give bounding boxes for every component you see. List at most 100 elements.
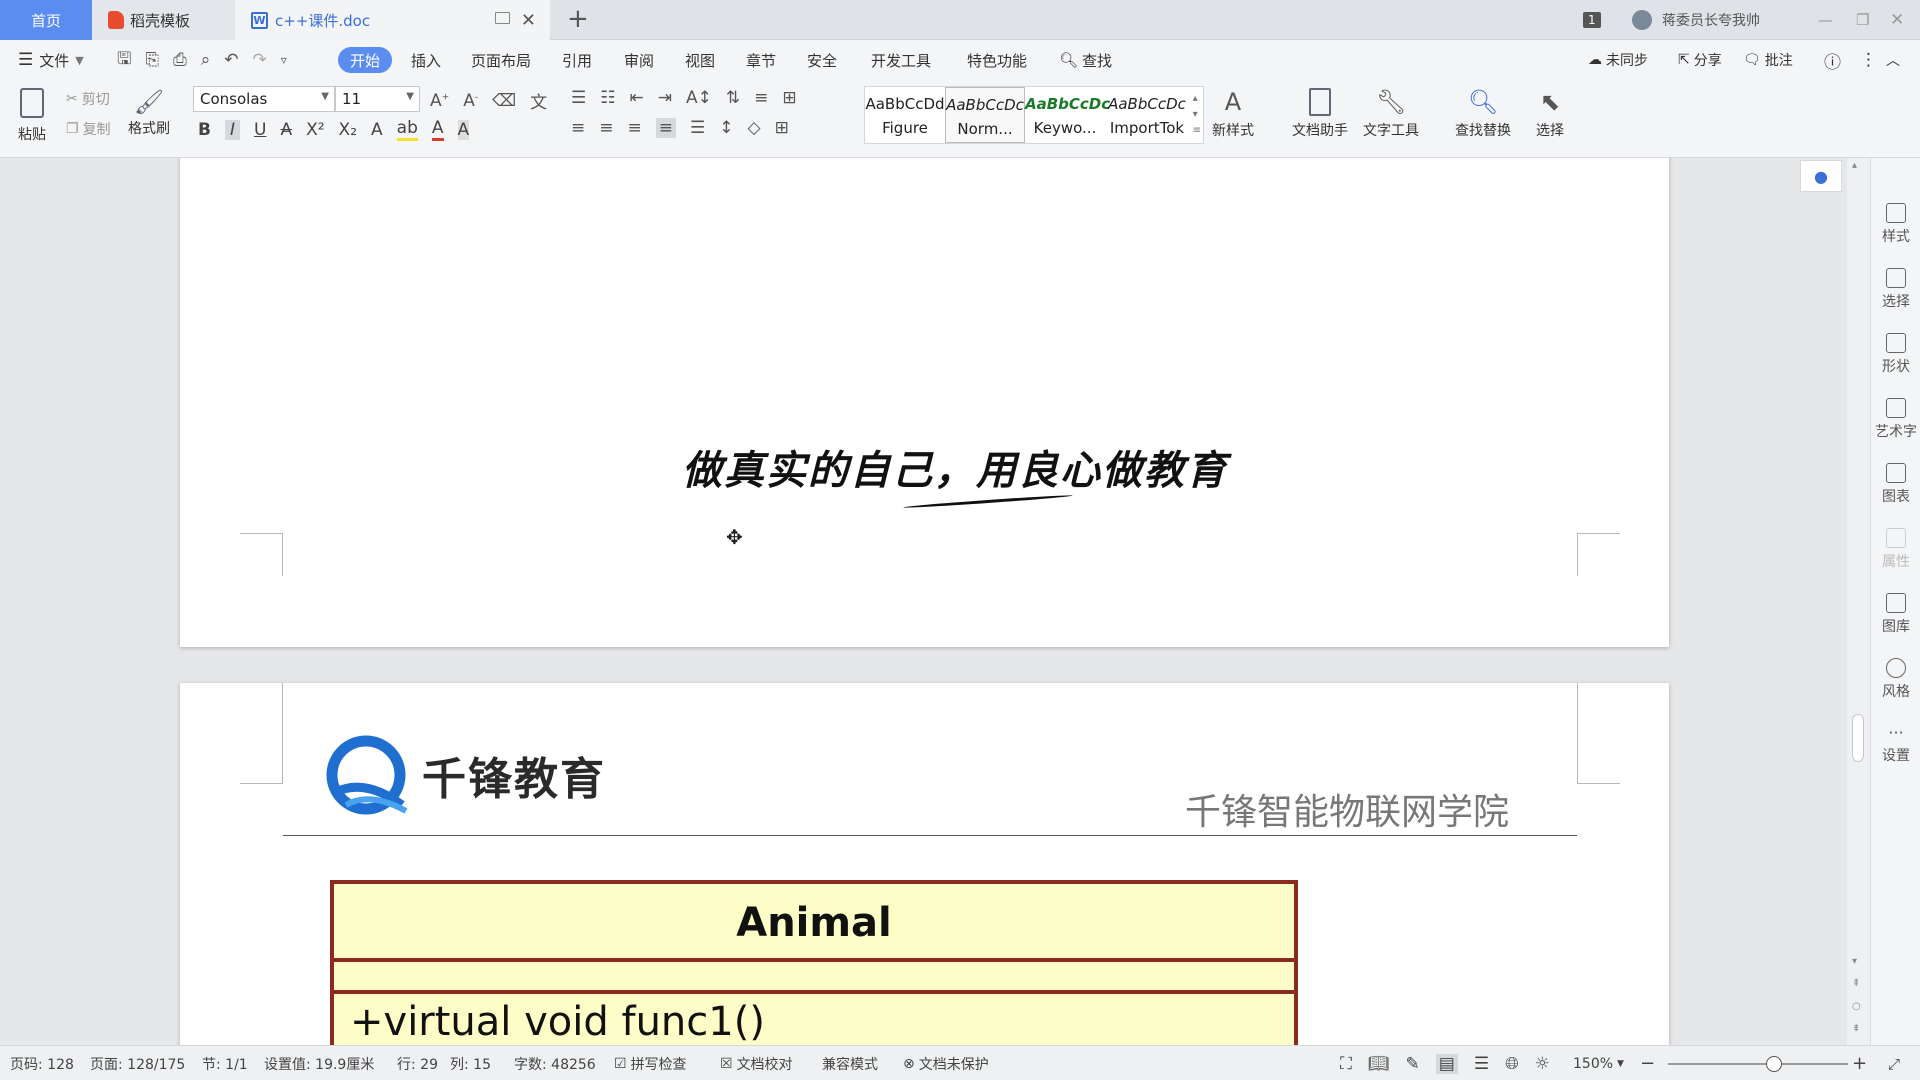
numbered-list-icon[interactable]: ☷ bbox=[600, 88, 615, 108]
shading-icon[interactable]: ◇ bbox=[748, 118, 761, 138]
edit-mode-icon[interactable]: ✎ bbox=[1406, 1054, 1420, 1074]
decrease-indent-icon[interactable]: ⇤ bbox=[630, 88, 644, 108]
find-replace-button[interactable]: 🔍︎ 查找替换 bbox=[1455, 88, 1511, 140]
tab-special[interactable]: 特色功能 bbox=[967, 40, 1027, 80]
status-page-code[interactable]: 页码: 128 bbox=[10, 1046, 74, 1080]
outline-view-icon[interactable]: ☰ bbox=[1474, 1054, 1489, 1074]
sort-icon[interactable]: ⇅ bbox=[726, 88, 740, 108]
select-button[interactable]: ⬉ 选择 bbox=[1536, 88, 1564, 140]
distribute-icon[interactable]: ☰ bbox=[690, 118, 705, 138]
location-pin-icon[interactable]: ● bbox=[1800, 160, 1842, 192]
highlight-icon[interactable]: ab bbox=[396, 118, 418, 141]
paste-button[interactable]: 粘贴 bbox=[18, 88, 46, 144]
eraser-icon[interactable]: ⌫ bbox=[492, 91, 516, 111]
subscript-icon[interactable]: X₂ bbox=[339, 120, 357, 140]
chinese-layout-icon[interactable]: A↕ bbox=[686, 88, 712, 108]
side-style[interactable]: 样式 bbox=[1871, 203, 1920, 246]
doc-assistant-button[interactable]: 文档助手 bbox=[1292, 88, 1348, 140]
borders-icon[interactable]: ⊞ bbox=[775, 118, 789, 138]
status-words[interactable]: 字数: 48256 bbox=[514, 1046, 596, 1080]
bold-icon[interactable]: B bbox=[198, 120, 211, 140]
side-theme[interactable]: 风格 bbox=[1871, 658, 1920, 701]
scroll-up-icon[interactable]: ▴ bbox=[1852, 160, 1857, 171]
zoom-slider-thumb[interactable] bbox=[1766, 1056, 1782, 1072]
tab-start[interactable]: 开始 bbox=[338, 47, 393, 73]
align-left-icon[interactable]: ≡ bbox=[571, 118, 585, 138]
redo-icon[interactable]: ↷ bbox=[252, 50, 266, 70]
char-shading-icon[interactable]: A bbox=[457, 119, 470, 140]
document-workspace[interactable]: 做真实的自己，用良心做教育 ✥ 千锋教育 千锋智能物联网学院 Animal +v… bbox=[0, 158, 1870, 1045]
zoom-level[interactable]: 150% ▼ bbox=[1573, 1046, 1624, 1080]
search-menu[interactable]: 🔍︎ 查找 bbox=[1059, 40, 1112, 80]
italic-icon[interactable]: I bbox=[224, 119, 240, 140]
style-scroll-icon[interactable]: ▴ ▾ ≡ bbox=[1193, 91, 1201, 139]
side-select[interactable]: 选择 bbox=[1871, 268, 1920, 311]
doc-protect[interactable]: ⊗ 文档未保护 bbox=[903, 1046, 989, 1080]
style-normal[interactable]: AaBbCcDc Norm... bbox=[945, 87, 1025, 143]
share-button[interactable]: ⇱ 分享 bbox=[1678, 40, 1722, 80]
monitor-icon[interactable] bbox=[495, 12, 510, 24]
save-icon[interactable]: 🖫 bbox=[117, 46, 131, 75]
doc-proof[interactable]: ☒ 文档校对 bbox=[720, 1046, 793, 1080]
close-window-icon[interactable]: ✕ bbox=[1890, 0, 1904, 40]
status-section[interactable]: 节: 1/1 bbox=[202, 1046, 248, 1080]
tab-insert[interactable]: 插入 bbox=[411, 40, 441, 80]
font-color-icon[interactable]: A bbox=[431, 118, 444, 141]
collapse-ribbon-icon[interactable]: ︿ bbox=[1886, 40, 1900, 80]
align-center-icon[interactable]: ≡ bbox=[599, 118, 613, 138]
style-importtok[interactable]: AaBbCcDc ImportTok bbox=[1107, 87, 1187, 143]
font-name-select[interactable]: Consolas ▼ bbox=[193, 86, 335, 112]
page-previous[interactable]: 做真实的自己，用良心做教育 ✥ bbox=[180, 158, 1669, 647]
bullet-list-icon[interactable]: ☰ bbox=[571, 88, 586, 108]
tab-home[interactable]: 首页 bbox=[0, 0, 92, 40]
compat-mode[interactable]: 兼容模式 bbox=[822, 1046, 878, 1080]
tab-developer[interactable]: 开发工具 bbox=[871, 40, 931, 80]
tab-review[interactable]: 审阅 bbox=[624, 40, 654, 80]
spell-check[interactable]: ☑ 拼写检查 bbox=[614, 1046, 687, 1080]
side-properties[interactable]: 属性 bbox=[1871, 528, 1920, 571]
zoom-slider[interactable] bbox=[1668, 1056, 1848, 1072]
side-settings[interactable]: ··· 设置 bbox=[1871, 723, 1920, 765]
window-count-badge[interactable]: 1 bbox=[1583, 0, 1601, 40]
tab-security[interactable]: 安全 bbox=[807, 40, 837, 80]
zoom-in-icon[interactable]: + bbox=[1852, 1046, 1867, 1080]
style-keyword[interactable]: AaBbCcDc Keywo... bbox=[1025, 87, 1110, 143]
tab-page-layout[interactable]: 页面布局 bbox=[471, 40, 531, 80]
undo-icon[interactable]: ↶ bbox=[224, 50, 238, 70]
new-tab-button[interactable]: + bbox=[567, 4, 589, 34]
file-menu[interactable]: ☰ 文件 ▼ bbox=[18, 40, 84, 80]
fullscreen-icon[interactable]: ⛶ bbox=[1340, 1054, 1352, 1074]
status-pages[interactable]: 页面: 128/175 bbox=[90, 1046, 185, 1080]
zoom-out-icon[interactable]: − bbox=[1640, 1046, 1655, 1080]
scrollbar-thumb[interactable] bbox=[1852, 714, 1864, 762]
reading-mode-icon[interactable]: 📖︎ bbox=[1368, 1054, 1390, 1074]
sync-status[interactable]: ☁ 未同步 bbox=[1588, 40, 1648, 80]
tab-chapter[interactable]: 章节 bbox=[746, 40, 776, 80]
minimize-icon[interactable]: — bbox=[1818, 0, 1833, 40]
close-tab-icon[interactable]: ✕ bbox=[521, 10, 536, 31]
tab-document[interactable]: W c++课件.doc ✕ bbox=[235, 0, 550, 40]
help-icon[interactable]: ⓘ bbox=[1824, 40, 1841, 80]
increase-indent-icon[interactable]: ⇥ bbox=[658, 88, 672, 108]
page-current[interactable]: 千锋教育 千锋智能物联网学院 Animal +virtual void func… bbox=[180, 683, 1669, 1045]
paragraph-spacing-icon[interactable]: ↕ bbox=[719, 118, 733, 138]
print-preview-icon[interactable]: ⌕ bbox=[201, 50, 211, 70]
next-page-icon[interactable]: ⇟ bbox=[1852, 1023, 1860, 1034]
phonetic-icon[interactable]: 文 bbox=[530, 88, 547, 113]
text-tools-button[interactable]: 🔧︎ 文字工具 bbox=[1363, 88, 1419, 140]
print-icon[interactable]: ⎙ bbox=[173, 50, 187, 70]
tab-view[interactable]: 视图 bbox=[685, 40, 715, 80]
more-icon[interactable]: ⋮ bbox=[1860, 40, 1877, 80]
superscript-icon[interactable]: X² bbox=[306, 120, 324, 140]
cut-button[interactable]: ✂ 剪切 bbox=[66, 89, 110, 109]
font-size-select[interactable]: 11 ▼ bbox=[335, 86, 420, 112]
tab-references[interactable]: 引用 bbox=[562, 40, 592, 80]
copy-button[interactable]: ❐ 复制 bbox=[66, 119, 111, 139]
export-icon[interactable]: ⎘ bbox=[145, 50, 159, 70]
restore-icon[interactable]: ❐ bbox=[1856, 0, 1869, 40]
style-figure[interactable]: AaBbCcDd Figure bbox=[865, 87, 945, 143]
prev-page-icon[interactable]: ⇞ bbox=[1852, 978, 1860, 989]
user-account[interactable]: 蒋委员长夸我帅 bbox=[1632, 0, 1760, 40]
page-view-icon[interactable]: ▤ bbox=[1435, 1053, 1458, 1074]
align-right-icon[interactable]: ≡ bbox=[628, 118, 642, 138]
